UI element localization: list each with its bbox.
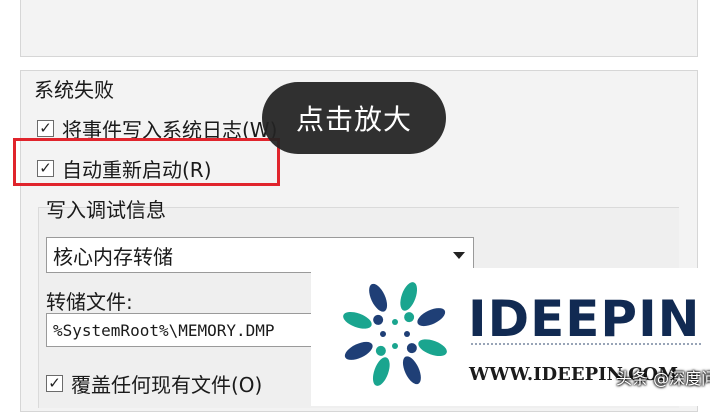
check-icon: ✓ (48, 374, 61, 392)
dump-file-input[interactable]: %SystemRoot%\MEMORY.DMP (46, 313, 346, 347)
group-title: 系统失败 (34, 78, 114, 102)
overwrite-label: 覆盖任何现有文件(O) (71, 373, 263, 397)
ideepin-logo-icon (343, 282, 447, 386)
upper-panel (20, 0, 698, 57)
dump-type-value: 核心内存转储 (53, 244, 173, 269)
author-credit: 头条 @深度问答 (616, 369, 710, 388)
brand-divider (471, 343, 701, 355)
write-event-checkbox[interactable]: ✓ (37, 120, 54, 137)
brand-name: IDEEPIN (468, 290, 701, 348)
highlight-box (13, 138, 280, 186)
check-icon: ✓ (39, 119, 52, 137)
debug-info-title: 写入调试信息 (46, 198, 166, 222)
watermark-overlay: IDEEPIN WWW.IDEEPIN.COM 头条 @深度问答 (311, 268, 710, 406)
zoom-tooltip[interactable]: 点击放大 (262, 82, 446, 154)
overwrite-checkbox[interactable]: ✓ (46, 375, 63, 392)
chevron-down-icon (453, 251, 465, 259)
dump-file-label: 转储文件: (46, 290, 133, 314)
dump-file-value: %SystemRoot%\MEMORY.DMP (53, 320, 275, 340)
overwrite-row[interactable]: ✓ 覆盖任何现有文件(O) (46, 369, 262, 398)
